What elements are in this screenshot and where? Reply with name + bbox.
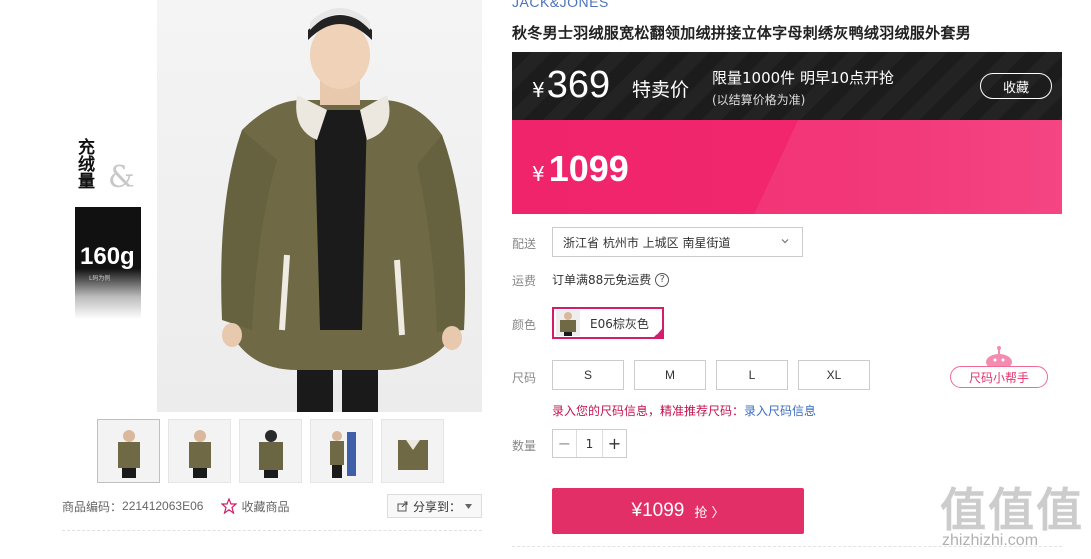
thumbnail-image xyxy=(398,440,428,470)
freight-info: 订单满88元免运费 ? xyxy=(552,271,670,288)
size-option-s[interactable]: S xyxy=(552,360,624,390)
thumbnail-1[interactable] xyxy=(97,419,160,483)
favorite-product-label: 收藏商品 xyxy=(241,499,290,514)
watermark-logo: 值值值 xyxy=(940,483,1084,537)
fill-weight-badge: 160g L码为例 xyxy=(75,207,141,319)
share-button[interactable]: 分享到： xyxy=(387,494,482,518)
price-banner: ¥ 1099 xyxy=(512,120,1062,214)
size-helper-widget[interactable]: 尺码小帮手 xyxy=(950,346,1048,390)
color-swatch-image xyxy=(556,310,580,336)
thumbnail-4[interactable] xyxy=(310,419,373,483)
site-watermark: 值值值 zhizhizhi.com xyxy=(938,470,1088,559)
fill-power-promo: 充绒量 & 160g L码为例 xyxy=(62,0,157,412)
shipping-label: 配送 xyxy=(512,237,537,251)
watermark-url: zhizhizhi.com xyxy=(942,532,1039,549)
price-currency: ¥ xyxy=(532,162,545,186)
size-option-m[interactable]: M xyxy=(634,360,706,390)
size-label: 尺码 xyxy=(512,371,537,385)
color-option-label: E06棕灰色 xyxy=(590,316,649,331)
chevron-down-icon xyxy=(781,239,789,244)
buy-button-action: 抢 〉 xyxy=(694,505,725,521)
thumbnail-2[interactable] xyxy=(168,419,231,483)
quantity-stepper: − 1 + xyxy=(552,429,627,458)
price-value: 1099 xyxy=(548,148,629,189)
size-tip: 录入您的尺码信息，精准推荐尺码：录入尺码信息 xyxy=(552,402,816,419)
original-price: ¥ 1099 xyxy=(532,148,629,190)
shipping-location-select[interactable]: 浙江省 杭州市 上城区 南星街道 xyxy=(552,227,803,257)
favorite-button[interactable]: 收藏 xyxy=(980,73,1052,99)
model-illustration xyxy=(221,8,466,412)
help-icon[interactable]: ? xyxy=(655,272,670,287)
flash-sale-price: ¥ 369 xyxy=(532,64,610,107)
quantity-label: 数量 xyxy=(512,439,537,453)
checkmark-icon: ✔ xyxy=(655,329,661,337)
thumbnail-image xyxy=(189,430,211,478)
freight-text: 订单满88元免运费 xyxy=(552,273,652,287)
size-option-xl[interactable]: XL xyxy=(798,360,870,390)
divider xyxy=(62,530,482,531)
buy-button-price: ¥1099 xyxy=(631,500,685,521)
product-meta-row: 商品编码： 221412063E06 收藏商品 分享到： xyxy=(62,493,482,519)
size-option-l[interactable]: L xyxy=(716,360,788,390)
thumbnail-image xyxy=(259,430,283,478)
freight-label: 运费 xyxy=(512,274,537,288)
share-label: 分享到： xyxy=(412,499,461,514)
product-title: 秋冬男士羽绒服宽松翻领加绒拼接立体字母刺绣灰鸭绒羽绒服外套男 xyxy=(512,24,972,42)
flash-sale-banner: ¥ 369 特卖价 限量1000件 明早10点开抢 (以结算价格为准) 收藏 xyxy=(512,52,1062,120)
thumbnail-image xyxy=(118,430,140,478)
share-icon xyxy=(397,501,408,512)
shipping-location-value: 浙江省 杭州市 上城区 南星街道 xyxy=(563,235,731,250)
thumbnail-3[interactable] xyxy=(239,419,302,483)
fill-weight-note: L码为例 xyxy=(89,275,111,282)
quantity-decrease-button[interactable]: − xyxy=(553,430,576,457)
product-code-value: 221412063E06 xyxy=(122,499,204,513)
ampersand-decoration: & xyxy=(108,160,135,195)
caret-down-icon xyxy=(465,503,472,509)
product-code-label: 商品编码： xyxy=(62,499,123,514)
flash-sale-price-value: 369 xyxy=(546,64,611,106)
fill-weight-value: 160g xyxy=(80,243,135,270)
favorite-product-link[interactable]: 收藏商品 xyxy=(221,498,289,515)
flash-sale-limit: 限量1000件 明早10点开抢 xyxy=(712,69,895,87)
main-product-photo[interactable]: 充绒量 & 160g L码为例 xyxy=(62,0,482,412)
size-tip-link[interactable]: 录入尺码信息 xyxy=(744,404,816,418)
fill-power-text: 充绒量 xyxy=(78,138,95,192)
buy-button[interactable]: ¥1099 抢 〉 xyxy=(552,488,804,534)
color-label: 颜色 xyxy=(512,318,537,332)
flash-sale-currency: ¥ xyxy=(532,78,545,102)
thumbnail-image xyxy=(330,431,356,478)
star-icon xyxy=(221,498,238,514)
size-options: S M L XL xyxy=(552,360,870,390)
flash-sale-note: (以结算价格为准) xyxy=(712,93,806,107)
thumbnail-strip xyxy=(97,419,444,483)
flash-sale-label: 特卖价 xyxy=(632,79,690,101)
quantity-increase-button[interactable]: + xyxy=(603,430,626,457)
thumbnail-5[interactable] xyxy=(381,419,444,483)
size-helper-label: 尺码小帮手 xyxy=(950,366,1048,388)
size-tip-text: 录入您的尺码信息，精准推荐尺码： xyxy=(552,404,745,418)
quantity-input[interactable]: 1 xyxy=(576,430,603,457)
brand-name[interactable]: JACK&JONES xyxy=(512,0,609,10)
color-option-selected[interactable]: E06棕灰色 ✔ xyxy=(552,307,664,339)
